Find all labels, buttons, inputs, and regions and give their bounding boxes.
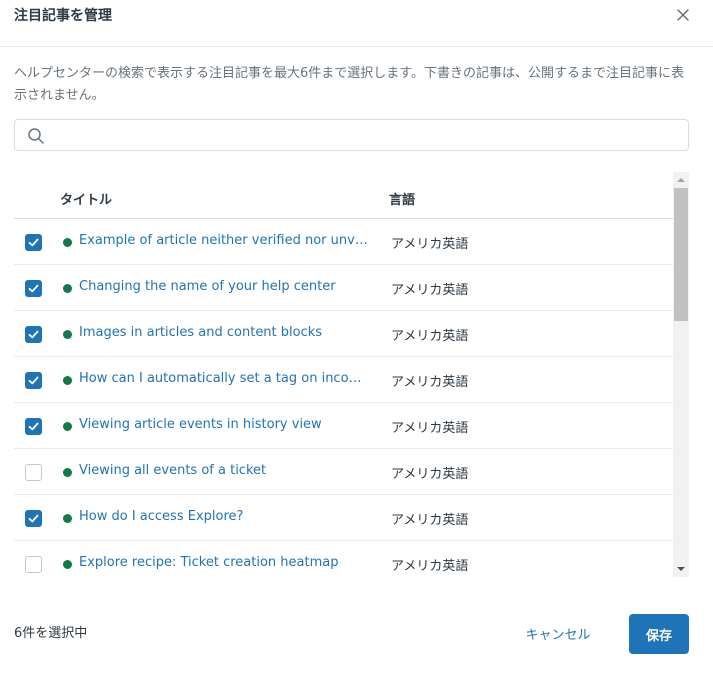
article-language: アメリカ英語: [391, 237, 469, 252]
search-icon: [27, 127, 45, 145]
table-row[interactable]: Viewing all events of a ticket アメリカ英語: [14, 449, 673, 495]
table-row[interactable]: Explore recipe: Ticket creation heatmap ア…: [14, 541, 673, 576]
article-language: アメリカ英語: [391, 467, 469, 482]
row-checkbox[interactable]: [25, 372, 42, 389]
table-row[interactable]: Viewing article events in history view アメ…: [14, 403, 673, 449]
cancel-button[interactable]: キャンセル: [512, 617, 604, 649]
dialog-header: 注目記事を管理: [0, 0, 713, 47]
article-language: アメリカ英語: [391, 283, 469, 298]
published-status-dot: [63, 238, 72, 247]
published-status-dot: [63, 284, 72, 293]
scrollbar[interactable]: [673, 172, 689, 577]
article-language: アメリカ英語: [391, 559, 469, 574]
row-checkbox[interactable]: [25, 556, 42, 573]
article-title-link[interactable]: How do I access Explore?: [79, 508, 369, 526]
published-status-dot: [63, 422, 72, 431]
check-icon: [28, 514, 39, 523]
check-icon: [28, 330, 39, 339]
row-checkbox[interactable]: [25, 464, 42, 481]
check-icon: [28, 238, 39, 247]
published-status-dot: [63, 514, 72, 523]
article-title-link[interactable]: Changing the name of your help center: [79, 278, 369, 296]
search-input[interactable]: [55, 121, 675, 149]
article-language: アメリカ英語: [391, 329, 469, 344]
dialog-title: 注目記事を管理: [14, 8, 112, 24]
articles-table: タイトル 言語 Example of article neither verif…: [14, 172, 673, 576]
row-checkbox[interactable]: [25, 326, 42, 343]
published-status-dot: [63, 468, 72, 477]
article-title-link[interactable]: Example of article neither verified nor …: [79, 232, 369, 250]
search-box: [14, 119, 689, 151]
close-icon: [676, 7, 690, 26]
published-status-dot: [63, 330, 72, 339]
row-checkbox[interactable]: [25, 510, 42, 527]
save-button[interactable]: 保存: [629, 614, 689, 654]
table-row[interactable]: How do I access Explore? アメリカ英語: [14, 495, 673, 541]
close-button[interactable]: [671, 4, 695, 28]
scroll-down-arrow[interactable]: [673, 561, 689, 577]
published-status-dot: [63, 376, 72, 385]
article-language: アメリカ英語: [391, 421, 469, 436]
article-title-link[interactable]: Explore recipe: Ticket creation heatmap: [79, 554, 369, 572]
article-title-link[interactable]: Images in articles and content blocks: [79, 324, 369, 342]
table-row[interactable]: Example of article neither verified nor …: [14, 219, 673, 265]
row-checkbox[interactable]: [25, 418, 42, 435]
selected-count: 6件を選択中: [14, 626, 88, 641]
table-row[interactable]: Images in articles and content blocks アメリ…: [14, 311, 673, 357]
check-icon: [28, 376, 39, 385]
article-language: アメリカ英語: [391, 375, 469, 390]
table-row[interactable]: Changing the name of your help center アメリ…: [14, 265, 673, 311]
column-header-language: 言語: [389, 193, 416, 208]
check-icon: [28, 422, 39, 431]
column-header-title: タイトル: [60, 193, 113, 208]
article-language: アメリカ英語: [391, 513, 469, 528]
check-icon: [28, 284, 39, 293]
table-header: タイトル 言語: [14, 172, 673, 219]
article-title-link[interactable]: How can I automatically set a tag on inc…: [79, 370, 369, 388]
scrollbar-thumb[interactable]: [674, 188, 688, 321]
published-status-dot: [63, 560, 72, 569]
scroll-up-arrow[interactable]: [673, 172, 689, 188]
article-title-link[interactable]: Viewing all events of a ticket: [79, 462, 369, 480]
table-row[interactable]: How can I automatically set a tag on inc…: [14, 357, 673, 403]
dialog-description: ヘルプセンターの検索で表示する注目記事を最大6件まで選択します。下書きの記事は、…: [14, 66, 684, 103]
row-checkbox[interactable]: [25, 280, 42, 297]
article-title-link[interactable]: Viewing article events in history view: [79, 416, 369, 434]
row-checkbox[interactable]: [25, 234, 42, 251]
